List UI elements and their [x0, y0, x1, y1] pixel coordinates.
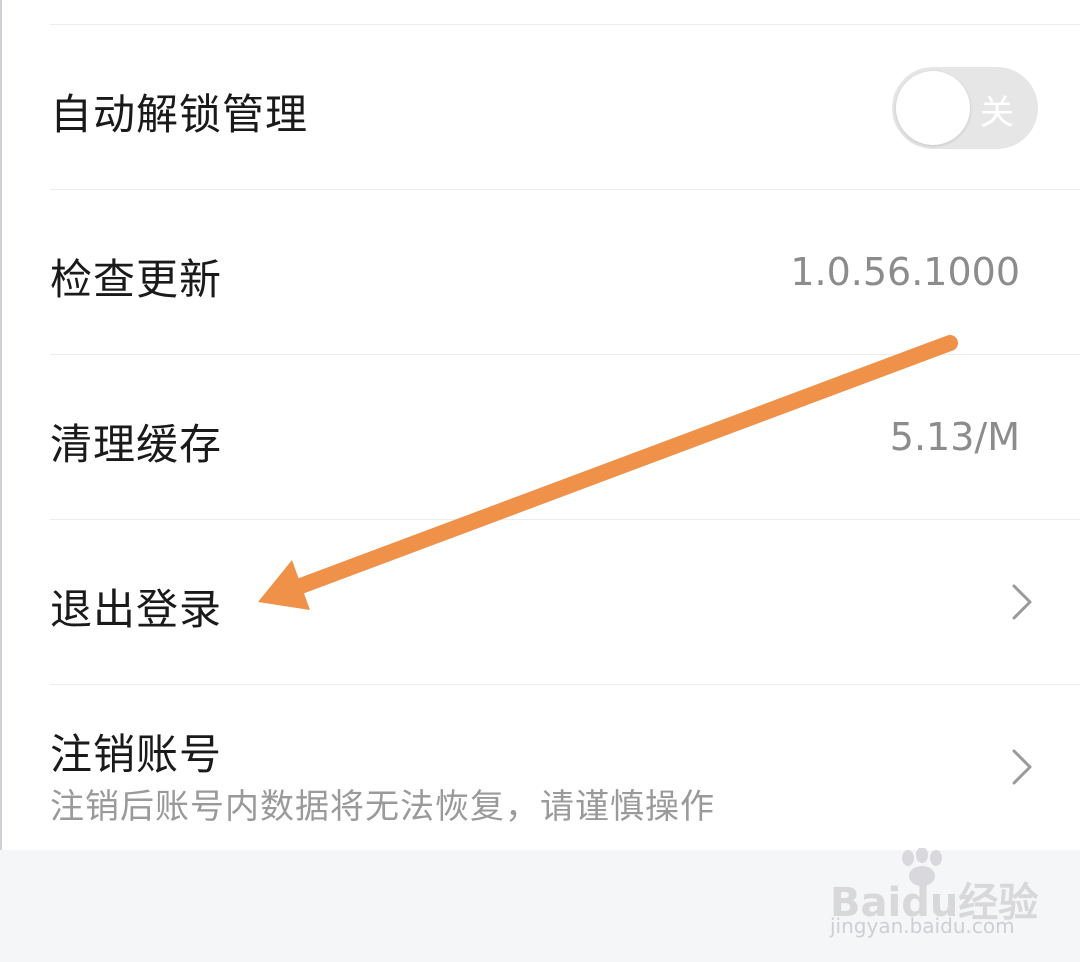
- delete-account-row[interactable]: 注销账号 注销后账号内数据将无法恢复，请谨慎操作: [2, 685, 1080, 849]
- logout-row[interactable]: 退出登录: [2, 520, 1080, 684]
- delete-account-subtitle: 注销后账号内数据将无法恢复，请谨慎操作: [50, 787, 715, 827]
- auto-unlock-toggle[interactable]: 关: [892, 67, 1038, 149]
- toggle-knob: [896, 71, 970, 145]
- delete-account-label: 注销账号: [50, 730, 223, 779]
- toggle-state-label: 关: [980, 93, 1014, 133]
- clear-cache-label: 清理缓存: [50, 420, 223, 469]
- clear-cache-row[interactable]: 清理缓存 5.13/M: [2, 355, 1080, 519]
- cache-size-value: 5.13/M: [889, 415, 1020, 459]
- auto-unlock-label: 自动解锁管理: [50, 90, 309, 139]
- logout-label: 退出登录: [50, 585, 223, 634]
- check-update-row[interactable]: 检查更新 1.0.56.1000: [2, 190, 1080, 354]
- baidu-watermark: Baidu经验 jingyan.baidu.com: [830, 848, 1040, 948]
- auto-unlock-row: 自动解锁管理 关: [2, 25, 1080, 189]
- chevron-right-icon: [1012, 584, 1032, 620]
- settings-card: 自动解锁管理 关 检查更新 1.0.56.1000 清理缓存 5.13/M 退出…: [0, 0, 1080, 850]
- chevron-right-icon: [1012, 749, 1032, 785]
- watermark-url: jingyan.baidu.com: [830, 914, 1015, 938]
- check-update-label: 检查更新: [50, 255, 223, 304]
- version-value: 1.0.56.1000: [790, 250, 1020, 294]
